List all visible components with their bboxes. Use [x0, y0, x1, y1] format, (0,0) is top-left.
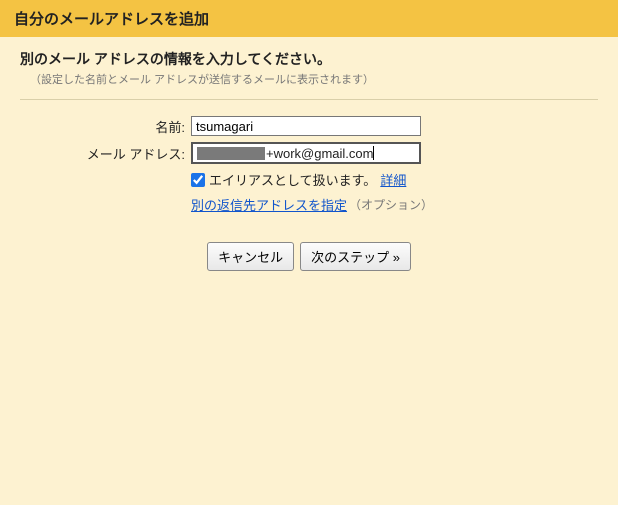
dialog-header: 自分のメールアドレスを追加 — [0, 0, 618, 37]
name-input[interactable] — [191, 116, 421, 136]
row-alias: エイリアスとして扱います。 詳細 — [20, 170, 598, 189]
cancel-button[interactable]: キャンセル — [207, 242, 294, 271]
row-email: メール アドレス: +work@gmail.com — [20, 142, 598, 164]
instruction-main: 別のメール アドレスの情報を入力してください。 — [20, 49, 598, 69]
button-row: キャンセル 次のステップ » — [20, 242, 598, 271]
next-step-button[interactable]: 次のステップ » — [300, 242, 411, 271]
dialog-title: 自分のメールアドレスを追加 — [14, 11, 209, 28]
text-caret — [373, 146, 374, 160]
reply-to-link[interactable]: 別の返信先アドレスを指定 — [191, 195, 347, 214]
row-name: 名前: — [20, 116, 598, 136]
email-input[interactable]: +work@gmail.com — [191, 142, 421, 164]
row-reply-to: 別の返信先アドレスを指定 （オプション） — [20, 195, 598, 214]
alias-detail-link[interactable]: 詳細 — [380, 170, 406, 189]
alias-checkbox[interactable] — [191, 173, 205, 187]
reply-to-note: （オプション） — [349, 196, 433, 213]
alias-label: エイリアスとして扱います。 — [209, 170, 376, 189]
email-visible-text: +work@gmail.com — [266, 146, 373, 161]
name-label: 名前: — [20, 117, 191, 136]
email-label: メール アドレス: — [20, 144, 191, 163]
dialog-content: 別のメール アドレスの情報を入力してください。 （設定した名前とメール アドレス… — [0, 37, 618, 291]
divider — [20, 99, 598, 100]
instruction-sub: （設定した名前とメール アドレスが送信するメールに表示されます） — [30, 71, 598, 87]
redacted-block — [197, 147, 265, 160]
